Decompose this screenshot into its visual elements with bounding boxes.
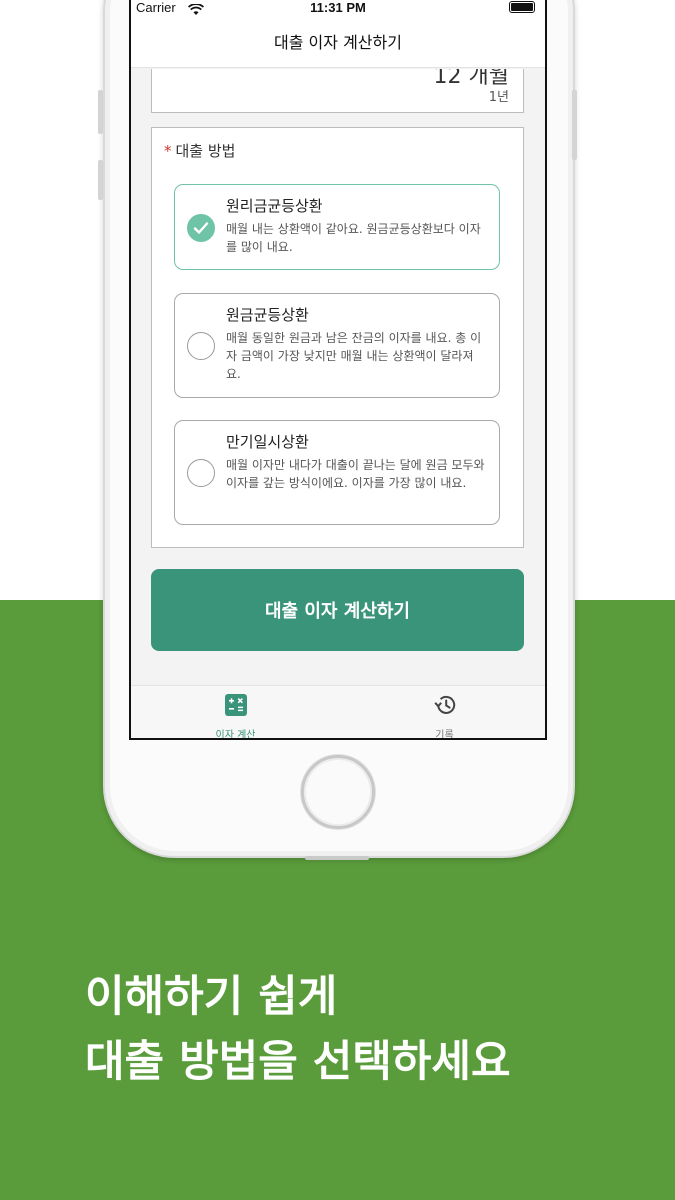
loan-term-years: 1년 bbox=[488, 90, 509, 105]
option-equal-principal[interactable]: 원금균등상환 매월 동일한 원금과 남은 잔금의 이자를 내요. 총 이자 금액… bbox=[174, 293, 500, 398]
phone-power-button bbox=[572, 90, 577, 160]
option-description: 매월 이자만 내다가 대출이 끝나는 달에 원금 모두와 이자를 갚는 방식이에… bbox=[226, 458, 485, 490]
loan-method-label-text: 대출 방법 bbox=[175, 142, 236, 160]
phone-screen: Carrier 11:31 PM 대출 이자 계산하기 12 개월 1년 * 대출… bbox=[129, 0, 547, 740]
tab-interest-calc[interactable]: 이자 계산 bbox=[131, 686, 340, 740]
loan-term-card: 12 개월 1년 bbox=[151, 69, 524, 113]
radio-unchecked-icon[interactable] bbox=[187, 459, 215, 487]
tab-bar: 이자 계산 기록 bbox=[131, 685, 545, 740]
option-description: 매월 동일한 원금과 남은 잔금의 이자를 내요. 총 이자 금액이 가장 낮지… bbox=[226, 331, 482, 381]
home-button[interactable] bbox=[301, 755, 375, 829]
status-bar: Carrier 11:31 PM bbox=[131, 0, 545, 18]
tab-history[interactable]: 기록 bbox=[340, 686, 545, 740]
phone-speaker bbox=[305, 856, 369, 860]
radio-checked-icon[interactable] bbox=[187, 214, 215, 242]
calculate-button[interactable]: 대출 이자 계산하기 bbox=[151, 569, 524, 651]
promo-headline-line2: 대출 방법을 선택하세요 bbox=[85, 1037, 511, 1087]
phone-side-button bbox=[98, 90, 103, 134]
status-time: 11:31 PM bbox=[310, 0, 366, 15]
loan-method-card: * 대출 방법 원리금균등상환 매월 내는 상환액이 같아요. 원금균등상환보다 … bbox=[151, 127, 524, 548]
option-title: 원리금균등상환 bbox=[226, 197, 323, 215]
required-mark: * bbox=[164, 142, 172, 160]
radio-unchecked-icon[interactable] bbox=[187, 332, 215, 360]
battery-icon bbox=[509, 1, 535, 13]
loan-method-label: * 대출 방법 bbox=[164, 140, 235, 161]
tab-label: 이자 계산 bbox=[215, 730, 256, 740]
phone-side-button bbox=[98, 160, 103, 200]
promo-headline-line1: 이해하기 쉽게 bbox=[85, 972, 338, 1022]
navigation-bar: 대출 이자 계산하기 bbox=[131, 18, 545, 68]
calculator-icon bbox=[224, 694, 247, 720]
option-title: 만기일시상환 bbox=[226, 433, 309, 451]
option-equal-payment[interactable]: 원리금균등상환 매월 내는 상환액이 같아요. 원금균등상환보다 이자를 많이 … bbox=[174, 184, 500, 270]
option-bullet-repayment[interactable]: 만기일시상환 매월 이자만 내다가 대출이 끝나는 달에 원금 모두와 이자를 … bbox=[174, 420, 500, 525]
option-title: 원금균등상환 bbox=[226, 306, 309, 324]
history-icon bbox=[433, 694, 457, 720]
page-title: 대출 이자 계산하기 bbox=[274, 33, 402, 52]
option-description: 매월 내는 상환액이 같아요. 원금균등상환보다 이자를 많이 내요. bbox=[226, 222, 481, 254]
scroll-content[interactable]: 12 개월 1년 * 대출 방법 원리금균등상환 매월 내는 상환액이 같아요. … bbox=[131, 69, 545, 685]
tab-label: 기록 bbox=[435, 730, 454, 740]
